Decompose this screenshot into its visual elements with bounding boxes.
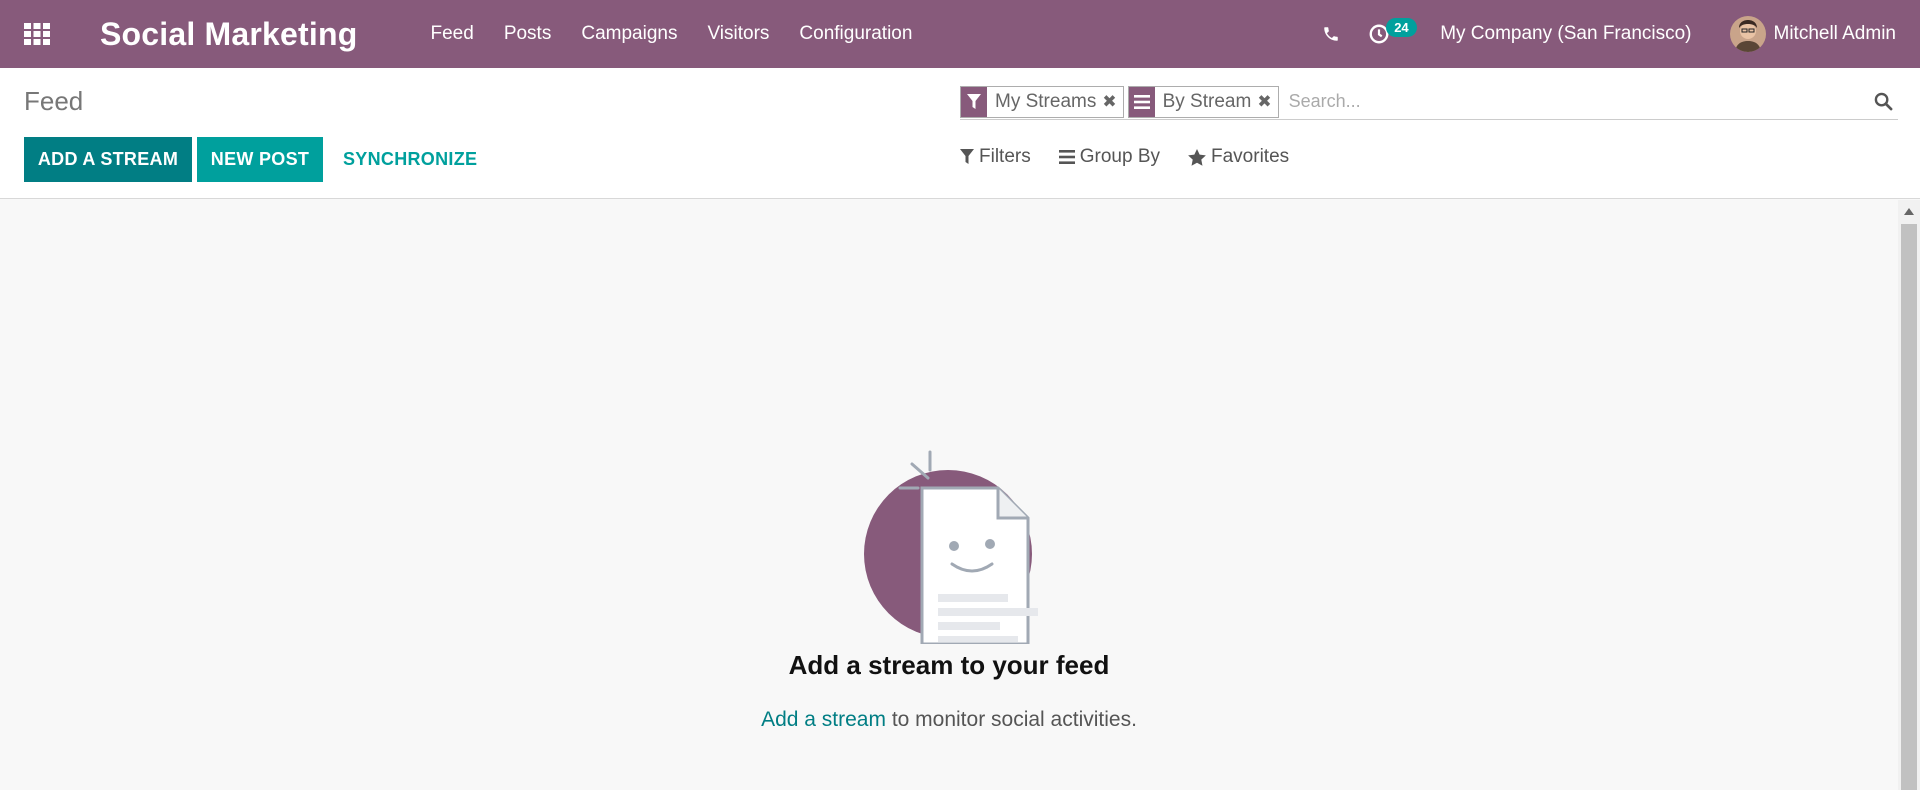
vertical-scrollbar[interactable] bbox=[1898, 200, 1920, 790]
menu-item-posts[interactable]: Posts bbox=[489, 0, 567, 68]
search-options: Filters Group By Favorites bbox=[960, 146, 1317, 168]
search-facet-by-stream: By Stream ✖ bbox=[1127, 85, 1279, 118]
company-switcher[interactable]: My Company (San Francisco) bbox=[1440, 23, 1691, 45]
top-navbar: Social Marketing Feed Posts Campaigns Vi… bbox=[0, 0, 1920, 68]
menu-item-configuration[interactable]: Configuration bbox=[784, 0, 927, 68]
search-facet-my-streams: My Streams ✖ bbox=[960, 85, 1124, 118]
menu-item-feed[interactable]: Feed bbox=[416, 0, 489, 68]
search-icon[interactable] bbox=[1868, 92, 1898, 111]
search-input[interactable] bbox=[1282, 91, 1868, 112]
remove-facet-icon[interactable]: ✖ bbox=[1257, 92, 1277, 112]
group-by-icon bbox=[1058, 150, 1075, 164]
group-by-label: Group By bbox=[1079, 146, 1160, 167]
group-by-icon bbox=[1128, 86, 1155, 117]
empty-state-title: Add a stream to your feed bbox=[788, 650, 1110, 680]
breadcrumb: Feed bbox=[24, 86, 84, 116]
menu-item-campaigns[interactable]: Campaigns bbox=[566, 0, 692, 68]
filters-label: Filters bbox=[979, 146, 1031, 167]
favorites-dropdown[interactable]: Favorites bbox=[1188, 146, 1289, 168]
menu-item-visitors[interactable]: Visitors bbox=[692, 0, 784, 68]
filters-dropdown[interactable]: Filters bbox=[960, 146, 1031, 168]
empty-document-illustration bbox=[860, 434, 1040, 646]
activity-clock-icon[interactable]: 24 bbox=[1354, 0, 1417, 68]
feed-content: Add a stream to your feed Add a stream t… bbox=[0, 200, 1898, 790]
activity-count-badge: 24 bbox=[1386, 18, 1417, 37]
empty-state-description: to monitor social activities. bbox=[885, 708, 1137, 731]
scrollbar-thumb[interactable] bbox=[1901, 224, 1917, 790]
add-stream-button[interactable]: ADD A STREAM bbox=[24, 137, 192, 182]
user-name: Mitchell Admin bbox=[1773, 23, 1897, 44]
favorites-label: Favorites bbox=[1211, 146, 1290, 167]
main-menu: Feed Posts Campaigns Visitors Configurat… bbox=[416, 0, 928, 68]
filter-icon bbox=[960, 149, 974, 164]
filter-icon bbox=[961, 86, 987, 117]
user-menu[interactable]: Mitchell Admin bbox=[1729, 16, 1897, 52]
search-bar: My Streams ✖ By Stream ✖ bbox=[960, 84, 1898, 120]
navbar-systray: 24 My Company (San Francisco) Mitchell A… bbox=[1308, 0, 1920, 68]
synchronize-button[interactable]: SYNCHRONIZE bbox=[333, 137, 483, 182]
app-title[interactable]: Social Marketing bbox=[100, 16, 358, 53]
apps-menu-icon[interactable] bbox=[0, 0, 74, 68]
control-panel: Feed ADD A STREAM NEW POST SYNCHRONIZE M… bbox=[0, 68, 1920, 199]
facet-label: My Streams bbox=[995, 90, 1097, 112]
phone-icon[interactable] bbox=[1308, 0, 1354, 68]
new-post-button[interactable]: NEW POST bbox=[197, 137, 323, 182]
avatar bbox=[1729, 16, 1766, 52]
star-icon bbox=[1188, 148, 1206, 166]
facet-label: By Stream bbox=[1162, 90, 1252, 112]
scroll-up-arrow-icon[interactable] bbox=[1898, 200, 1920, 222]
group-by-dropdown[interactable]: Group By bbox=[1058, 146, 1160, 168]
empty-state-text: Add a stream to monitor social activitie… bbox=[0, 708, 1898, 732]
remove-facet-icon[interactable]: ✖ bbox=[1102, 92, 1122, 112]
add-stream-link[interactable]: Add a stream bbox=[761, 708, 886, 731]
